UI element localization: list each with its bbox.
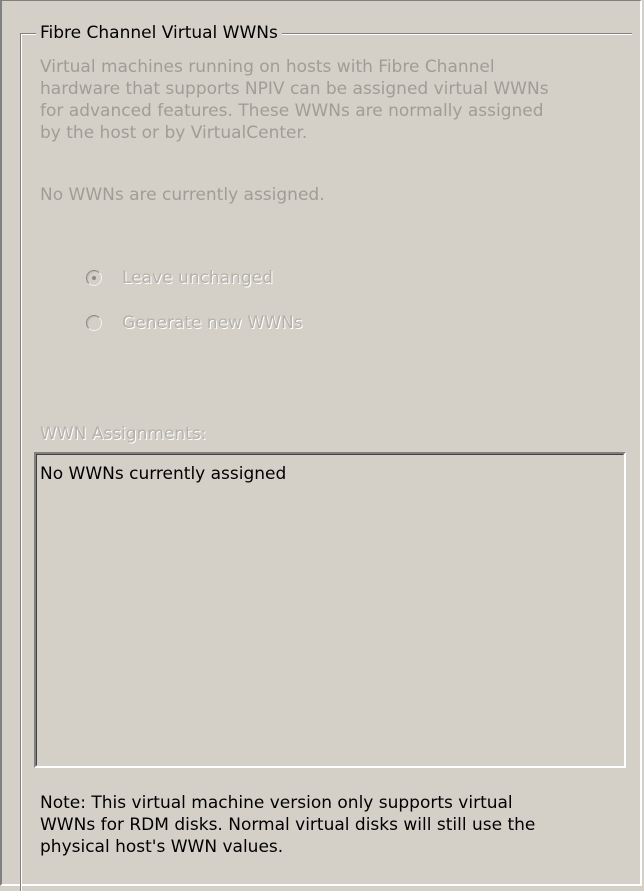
generate-new-wwns-option[interactable]: Generate new WWNs bbox=[86, 311, 303, 335]
wwn-assignments-label: WWN Assignments: bbox=[40, 424, 207, 444]
description-text: Virtual machines running on hosts with F… bbox=[40, 57, 549, 143]
leave-unchanged-label[interactable]: Leave unchanged bbox=[122, 268, 273, 288]
list-item[interactable]: No WWNs currently assigned bbox=[40, 463, 286, 485]
listbox-inner-border bbox=[36, 454, 624, 766]
wwn-assignments-list[interactable]: No WWNs currently assigned bbox=[34, 452, 626, 768]
wwn-status-text: No WWNs are currently assigned. bbox=[40, 185, 325, 205]
leave-unchanged-option[interactable]: Leave unchanged bbox=[86, 266, 273, 290]
generate-new-wwns-label[interactable]: Generate new WWNs bbox=[122, 313, 303, 333]
group-title: Fibre Channel Virtual WWNs bbox=[36, 22, 282, 44]
version-note: Note: This virtual machine version only … bbox=[40, 793, 536, 857]
generate-new-wwns-radio[interactable] bbox=[86, 315, 102, 331]
leave-unchanged-radio[interactable] bbox=[86, 270, 102, 286]
